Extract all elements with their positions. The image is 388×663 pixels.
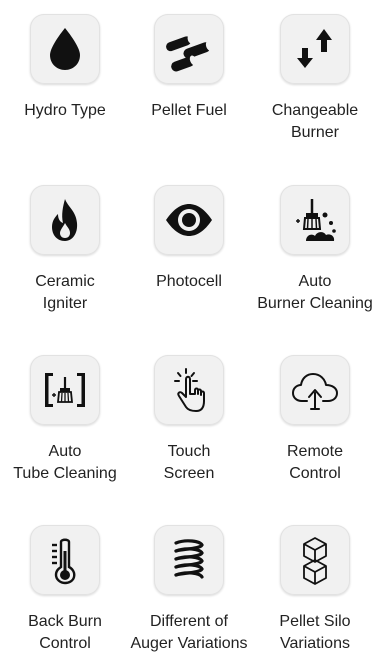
feature-label: Auto Burner Cleaning xyxy=(257,273,373,312)
feature-ceramic-igniter: Ceramic Igniter xyxy=(0,185,130,315)
feature-back-burn-control: Back Burn Control xyxy=(0,525,130,655)
feature-touch-screen: Touch Screen xyxy=(124,355,254,485)
thermometer-icon xyxy=(52,538,76,585)
feature-tile xyxy=(280,355,350,425)
feature-changeable-burner: Changeable Burner xyxy=(250,14,380,144)
feature-tile xyxy=(280,525,350,595)
spring-coil-icon xyxy=(174,539,204,579)
feature-tile xyxy=(30,355,100,425)
feature-tile xyxy=(154,355,224,425)
cloud-upload-icon xyxy=(292,373,338,410)
feature-tile xyxy=(154,14,224,84)
feature-label: Touch Screen xyxy=(163,443,215,482)
touch-hand-icon xyxy=(174,368,205,412)
broom-cleaning-icon xyxy=(296,199,336,241)
feature-label: Different of Auger Variations xyxy=(130,613,248,652)
water-drop-icon xyxy=(50,28,80,70)
feature-tile xyxy=(30,14,100,84)
stacked-cubes-icon xyxy=(303,537,327,585)
pellet-fuel-icon xyxy=(166,34,213,72)
feature-label: Pellet Silo Variations xyxy=(279,613,351,652)
feature-label: Back Burn Control xyxy=(28,613,102,652)
feature-label: Ceramic Igniter xyxy=(35,273,95,312)
feature-pellet-fuel: Pellet Fuel xyxy=(124,14,254,122)
feature-tile xyxy=(154,185,224,255)
feature-photocell: Photocell xyxy=(124,185,254,293)
swap-arrows-icon xyxy=(297,29,332,68)
feature-hydro-type: Hydro Type xyxy=(0,14,130,122)
feature-auto-tube-cleaning: Auto Tube Cleaning xyxy=(0,355,130,485)
feature-auto-burner-cleaning: Auto Burner Cleaning xyxy=(250,185,380,315)
eye-icon xyxy=(166,204,212,236)
feature-tile xyxy=(154,525,224,595)
tube-cleaning-icon xyxy=(45,373,85,407)
feature-pellet-silo-variations: Pellet Silo Variations xyxy=(250,525,380,655)
feature-tile xyxy=(30,185,100,255)
feature-auger-variations: Different of Auger Variations xyxy=(124,525,254,655)
feature-label: Changeable Burner xyxy=(271,102,359,141)
flame-icon xyxy=(52,199,78,241)
feature-label: Remote Control xyxy=(286,443,344,482)
feature-label: Hydro Type xyxy=(24,102,106,119)
feature-label: Photocell xyxy=(156,273,222,290)
feature-label: Auto Tube Cleaning xyxy=(13,443,117,482)
feature-tile xyxy=(30,525,100,595)
feature-remote-control: Remote Control xyxy=(250,355,380,485)
feature-label: Pellet Fuel xyxy=(151,102,227,119)
feature-tile xyxy=(280,185,350,255)
feature-grid: Hydro Type Pellet Fuel Changeable Burner… xyxy=(0,0,388,663)
feature-tile xyxy=(280,14,350,84)
